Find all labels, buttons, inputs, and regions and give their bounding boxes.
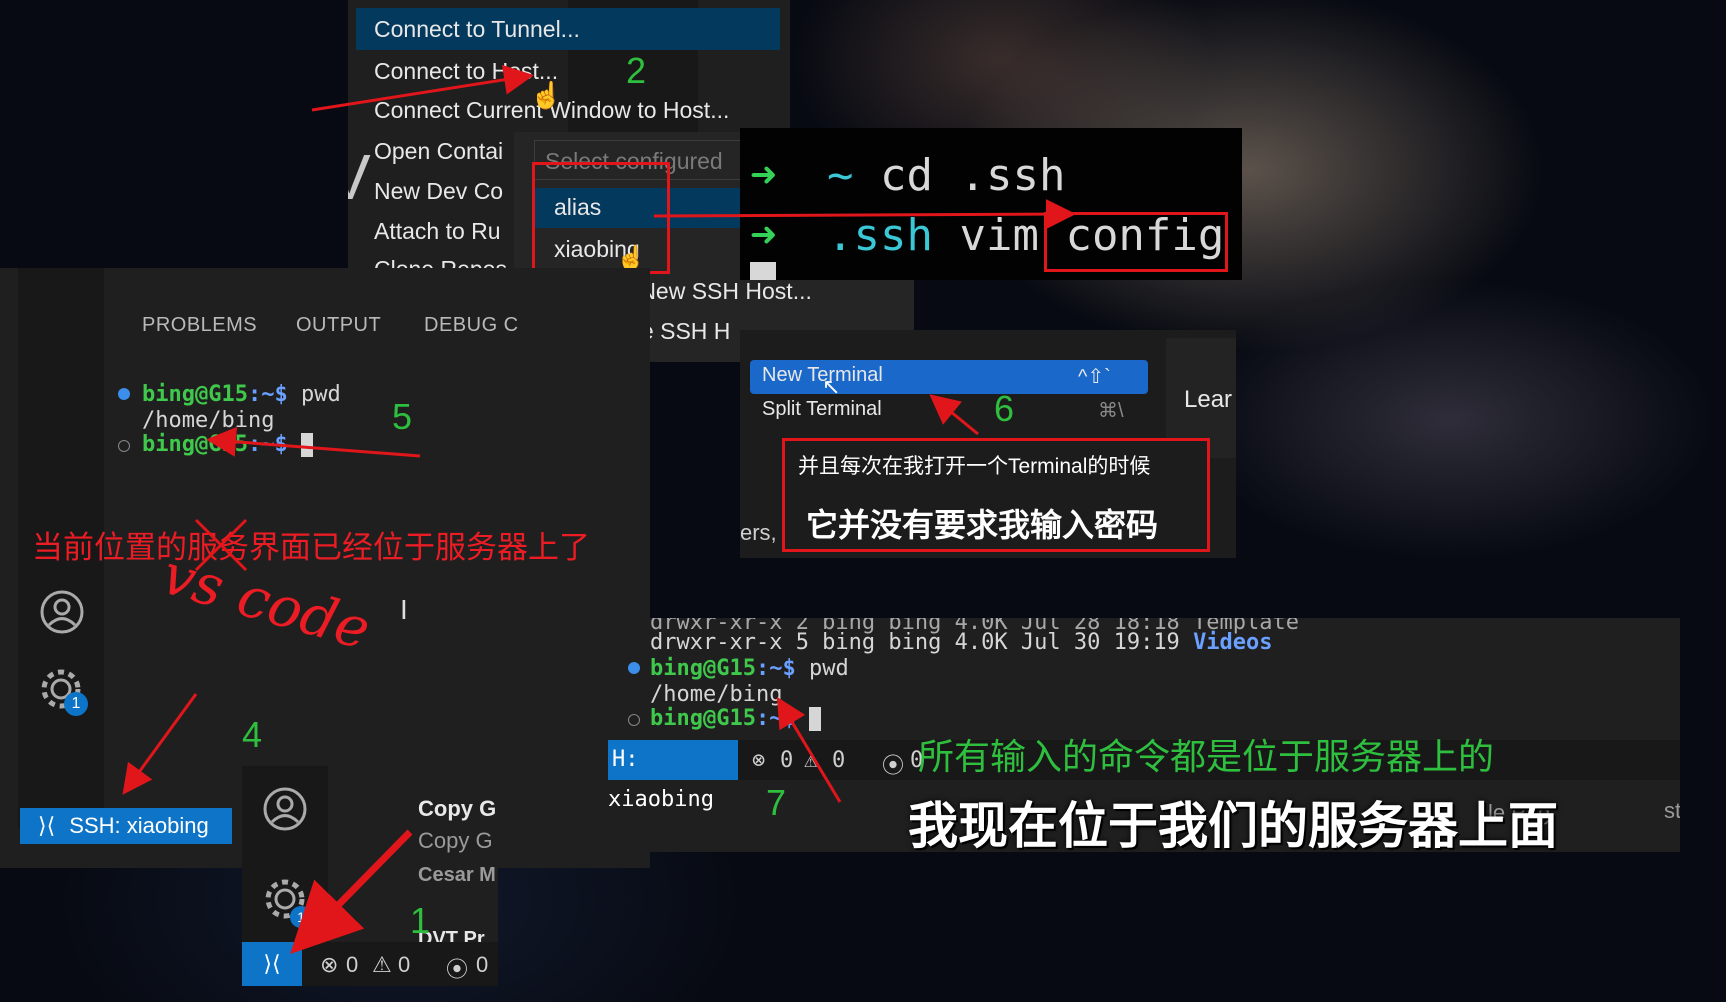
welcome-letter: V (348, 141, 371, 213)
command-success-dot (628, 662, 640, 674)
prompt-path: :~$ (755, 656, 796, 681)
subtitle-small: 并且每次在我打开一个Terminal的时候 (798, 455, 1151, 478)
command-success-dot (118, 388, 130, 400)
terminal-command: vim (959, 210, 1039, 261)
terminal-output-text: drwxr-xr-x 5 bing bing 4.0K Jul 30 19:19 (650, 630, 1180, 655)
error-icon: ⊗ (752, 748, 766, 773)
prompt-user: bing@G15 (650, 706, 756, 731)
error-icon: ⊗ (320, 952, 339, 977)
menu-item-split-terminal[interactable]: Split Terminal (762, 398, 882, 421)
tab-debug-console[interactable]: DEBUG C (424, 314, 519, 337)
annotation-note-server: 当前位置的服务界面已经位于服务器上了 (32, 530, 590, 565)
remote-indicator-button[interactable]: ⟩⟨ (242, 942, 302, 986)
directory-name: Videos (1193, 630, 1273, 655)
terminal-output: drwxr-xr-x 5 bing bing 4.0K Jul 30 19:19… (650, 630, 1273, 655)
terminal-output: /home/bing (142, 408, 275, 433)
terminal-line[interactable]: bing@G15:~$ (650, 706, 821, 731)
terminal-command: pwd (300, 382, 341, 407)
partial-text: ers, (740, 520, 777, 545)
annotation-box-hosts (532, 162, 670, 274)
partial-text: st (1664, 798, 1680, 823)
terminal-line[interactable]: bing@G15:~$ (142, 432, 313, 457)
remote-icon: ⟩⟨ (263, 951, 281, 976)
subtitle-caption: 我现在位于我们的服务器上面 (908, 797, 1558, 852)
annotation-number: 5 (392, 396, 413, 437)
shortcut-split-terminal: ⌘\ (1098, 400, 1124, 422)
prompt-path: :~$ (247, 432, 288, 457)
terminal-context-menu: Lear New Terminal ^⇧` Split Terminal ⌘\ … (740, 330, 1236, 558)
terminal-line: bing@G15:~$ pwd (142, 382, 341, 407)
tab-problems[interactable]: PROBLEMS (142, 314, 257, 337)
subtitle-big: 它并没有要求我输入密码 (806, 507, 1159, 543)
ports-icon: ⦿ (882, 754, 905, 779)
menu-item-attach[interactable]: Attach to Ru (374, 218, 501, 245)
prompt-dir: .ssh (827, 210, 933, 261)
gear-badge: 1 (64, 692, 88, 716)
gear-badge: 1 (290, 906, 312, 928)
command-pending-dot (118, 440, 130, 452)
annotation-number: 7 (766, 782, 787, 823)
annotation-box-config (1044, 212, 1228, 272)
terminal-line: ➜ ~ cd .ssh (750, 150, 1065, 201)
error-count: 0 (780, 748, 794, 773)
terminal-command: pwd (808, 656, 849, 681)
warning-icon: ⚠ (372, 952, 392, 977)
warning-count: 0 (398, 952, 411, 977)
terminal-cursor (808, 707, 821, 731)
text-cursor-icon: I (400, 594, 408, 625)
annotation-number: 2 (626, 50, 647, 91)
prompt-user: bing@G15 (650, 656, 756, 681)
account-icon[interactable] (262, 786, 308, 832)
prompt-path: :~$ (247, 382, 288, 407)
pointer-cursor-icon: ☝ (530, 80, 563, 110)
annotation-number: 6 (994, 388, 1015, 429)
annotation-number: 4 (242, 714, 263, 755)
vscode-small-panel: 1 Copy G Copy G Cesar M DVT Pr ⟩⟨ ⊗ 0 ⚠ … (242, 766, 498, 986)
annotation-number: 1 (410, 900, 431, 941)
terminal-command: cd .ssh (880, 150, 1066, 201)
list-item: Cesar M (418, 864, 496, 886)
ports-count: 0 (476, 952, 489, 977)
prompt-user: bing@G15 (142, 432, 248, 457)
terminal-cursor (300, 433, 313, 457)
annotation-note-commands: 所有输入的命令都是位于服务器上的 (918, 736, 1495, 777)
ssh-host-label: H: xiaobing (608, 747, 714, 812)
warning-count: 0 (832, 748, 846, 773)
remote-ssh-indicator[interactable]: H: xiaobing (608, 740, 738, 812)
warning-icon: ⚠ (804, 748, 818, 773)
arrow-cursor-icon: ↖ (822, 374, 841, 399)
prompt-dir: ~ (827, 150, 854, 201)
shortcut-new-terminal: ^⇧` (1078, 366, 1111, 388)
status-bar: ⟩⟨ ⊗ 0 ⚠ 0 ⦿ 0 (242, 942, 498, 986)
tab-output[interactable]: OUTPUT (296, 314, 381, 337)
command-pending-dot (628, 714, 640, 726)
ports-icon: ⦿ (446, 957, 469, 982)
prompt-path: :~$ (755, 706, 796, 731)
list-item: Copy G (418, 796, 497, 821)
remote-ssh-indicator[interactable]: ⟩⟨ SSH: xiaobing (20, 808, 232, 844)
menu-item-new-dev-container[interactable]: New Dev Co (374, 178, 503, 205)
terminal-cursor (750, 262, 776, 280)
terminal-output: /home/bing (650, 682, 783, 707)
menu-item-open-container[interactable]: Open Contai (374, 138, 503, 165)
remote-icon: ⟩⟨ (38, 813, 56, 838)
prompt-arrow-icon: ➜ (750, 150, 777, 201)
ssh-host-label: SSH: xiaobing (69, 813, 209, 838)
error-count: 0 (346, 952, 359, 977)
prompt-arrow-icon: ➜ (750, 210, 777, 261)
menu-item-connect-tunnel[interactable]: Connect to Tunnel... (356, 8, 780, 50)
terminal-line: bing@G15:~$ pwd (650, 656, 849, 681)
prompt-user: bing@G15 (142, 382, 248, 407)
list-item: Copy G (418, 828, 493, 853)
learn-link[interactable]: Lear (1184, 386, 1232, 414)
account-icon[interactable] (38, 588, 86, 636)
